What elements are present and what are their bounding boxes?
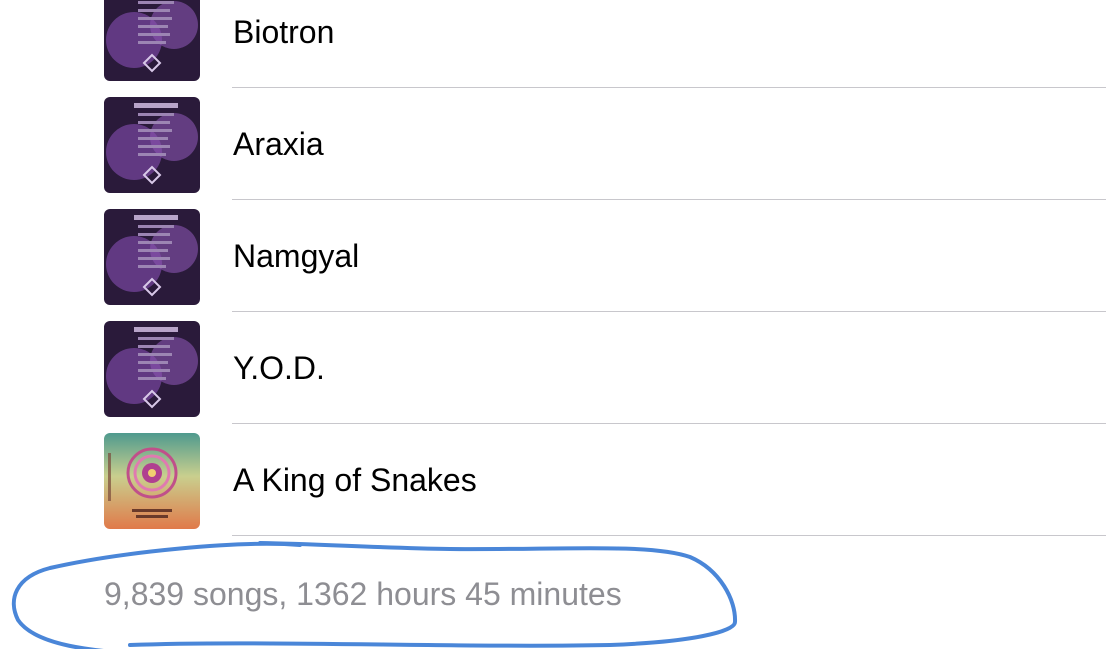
album-artwork	[104, 97, 200, 193]
song-row-araxia[interactable]: Araxia	[0, 88, 1106, 200]
song-title: Biotron	[233, 14, 335, 50]
song-title: Y.O.D.	[233, 350, 325, 386]
song-row-namgyal[interactable]: Namgyal	[0, 200, 1106, 312]
song-title: Namgyal	[233, 238, 360, 274]
purple-album-artwork-icon	[104, 321, 200, 417]
song-row-a-king-of-snakes[interactable]: A King of Snakes	[0, 424, 1106, 536]
purple-album-artwork-icon	[104, 0, 200, 81]
song-title: A King of Snakes	[233, 462, 477, 498]
music-library-screen: Biotron Araxia Namgyal Y.O.D. A King of …	[0, 0, 1106, 649]
library-summary: 9,839 songs, 1362 hours 45 minutes	[104, 576, 622, 612]
album-artwork	[104, 433, 200, 529]
song-row-biotron[interactable]: Biotron	[0, 0, 1106, 88]
album-artwork	[104, 209, 200, 305]
purple-album-artwork-icon	[104, 209, 200, 305]
album-artwork	[104, 0, 200, 81]
song-title: Araxia	[233, 126, 324, 162]
song-row-yod[interactable]: Y.O.D.	[0, 312, 1106, 424]
mandala-album-artwork-icon	[104, 433, 200, 529]
album-artwork	[104, 321, 200, 417]
song-list: Biotron Araxia Namgyal Y.O.D. A King of …	[0, 0, 1106, 536]
purple-album-artwork-icon	[104, 97, 200, 193]
row-separator	[232, 535, 1106, 536]
